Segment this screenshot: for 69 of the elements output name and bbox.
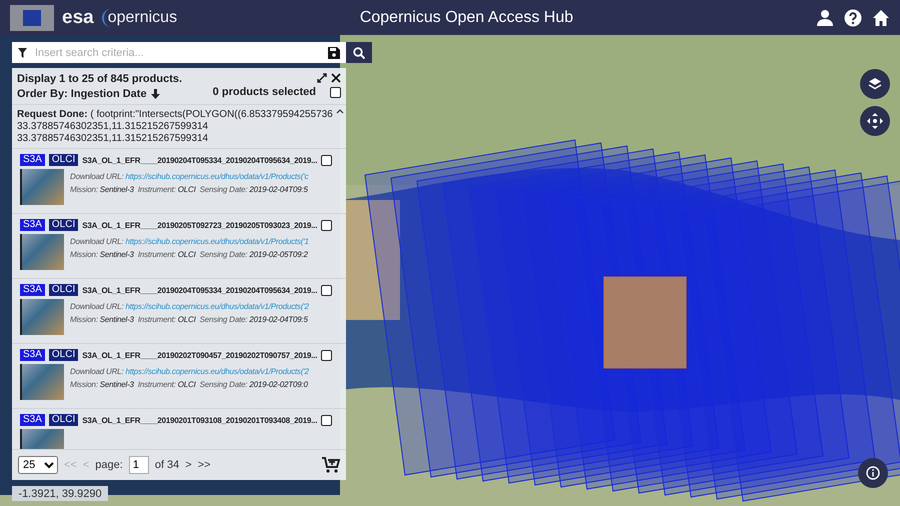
- coordinates-display: -1.3921, 39.9290: [12, 486, 108, 501]
- arrow-down-icon[interactable]: [150, 89, 160, 99]
- mission-badge: S3A: [20, 414, 45, 426]
- page-input[interactable]: 1: [128, 456, 149, 474]
- product-item[interactable]: S3A OLCI S3A_OL_1_EFR____20190205T092723_20190205T093023_2019... Download URL: https://scihub.copernicus.eu/dhus/odata/v1/Products('1 Mission: Sentinel-3 Instrument: OLCI Sensing Date: 2019-02-05T09:2: [12, 214, 346, 279]
- product-checkbox[interactable]: [321, 350, 332, 360]
- mission-badge: S3A: [20, 219, 45, 231]
- mission-badge: S3A: [20, 154, 45, 166]
- instrument-badge: OLCI: [48, 349, 78, 361]
- search-button[interactable]: [346, 42, 372, 63]
- select-all-checkbox[interactable]: [330, 86, 341, 98]
- instrument-badge: OLCI: [48, 414, 78, 426]
- product-item[interactable]: S3A OLCI S3A_OL_1_EFR____20190202T090457_20190202T090757_2019... Download URL: https://scihub.copernicus.eu/dhus/odata/v1/Products('2 Mission: Sentinel-3 Instrument: OLCI Sensing Date: 2019-02-02T09:0: [12, 344, 346, 409]
- app-title: Copernicus Open Access Hub: [358, 8, 574, 26]
- product-title: S3A_OL_1_EFR____20190204T095334_20190204T095634_2019...: [82, 156, 318, 164]
- product-item[interactable]: S3A OLCI S3A_OL_1_EFR____20190204T095334_20190204T095634_2019... Download URL: https://scihub.copernicus.eu/dhus/odata/v1/Products('c Mission: Sentinel-3 Instrument: OLCI Sensing Date: 2019-02-04T09:5: [12, 149, 346, 214]
- thumbnail-placeholder: [20, 169, 64, 205]
- layers-icon: [868, 77, 882, 91]
- product-title: S3A_OL_1_EFR____20190202T090457_20190202T090757_2019...: [82, 350, 318, 360]
- thumbnail-placeholder: [20, 234, 64, 270]
- page-size-select[interactable]: 25: [18, 456, 58, 474]
- expand-icon[interactable]: [317, 73, 327, 83]
- product-checkbox[interactable]: [321, 220, 332, 230]
- info-icon: [866, 466, 880, 480]
- product-title: S3A_OL_1_EFR____20190201T093108_20190201T093408_2019...: [82, 416, 318, 424]
- esa-logo: esa: [62, 6, 94, 28]
- page-count: of 34: [154, 459, 180, 471]
- home-icon[interactable]: [872, 8, 890, 26]
- save-icon[interactable]: [328, 46, 340, 58]
- search-bar[interactable]: Insert search criteria...: [12, 42, 346, 63]
- download-url-text: Download URL: https://scihub.copernicus.eu/dhus/odata/v1/Products('2: [70, 302, 309, 311]
- order-by-label[interactable]: Order By: Ingestion Date: [17, 88, 147, 100]
- last-page-link[interactable]: >>: [198, 459, 211, 471]
- product-item[interactable]: S3A OLCI S3A_OL_1_EFR____20190204T095334_20190204T095634_2019... Download URL: https://scihub.copernicus.eu/dhus/odata/v1/Products('2 Mission: Sentinel-3 Instrument: OLCI Sensing Date: 2019-02-04T09:5: [12, 279, 346, 344]
- instrument-badge: OLCI: [48, 219, 78, 231]
- search-field[interactable]: Insert search criteria...: [33, 46, 322, 60]
- product-checkbox[interactable]: [321, 154, 332, 166]
- product-metadata: Mission: Sentinel-3 Instrument: OLCI Sensing Date: 2019-02-05T09:2: [70, 250, 309, 259]
- selected-count: 0 products selected: [212, 86, 316, 98]
- eu-flag-logo: [10, 4, 54, 30]
- request-query-text: Request Done: ( footprint:"Intersects(POLYGON((6.853379594255736 33.37885746302351,11.315215267599314 33.37885746302351,11.315215267599314: [17, 109, 330, 145]
- user-icon[interactable]: [816, 8, 834, 26]
- instrument-badge: OLCI: [48, 154, 78, 166]
- move-arrows-icon: [867, 113, 883, 129]
- product-checkbox[interactable]: [321, 414, 332, 426]
- mission-badge: S3A: [20, 284, 45, 296]
- instrument-badge: OLCI: [48, 284, 78, 296]
- copernicus-logo: opernicus: [102, 8, 178, 26]
- thumbnail-placeholder: [20, 364, 64, 400]
- product-metadata: Mission: Sentinel-3 Instrument: OLCI Sensing Date: 2019-02-04T09:5: [70, 185, 308, 194]
- mission-badge: S3A: [20, 349, 45, 361]
- thumbnail-placeholder: [20, 299, 64, 335]
- next-page-link[interactable]: >: [185, 459, 192, 471]
- page-label: page:: [95, 459, 123, 471]
- scroll-up-icon[interactable]: [336, 109, 344, 114]
- product-metadata: Mission: Sentinel-3 Instrument: OLCI Sensing Date: 2019-02-04T09:5: [70, 315, 309, 324]
- download-url-text: Download URL: https://scihub.copernicus.eu/dhus/odata/v1/Products('2: [70, 367, 309, 376]
- download-url-text: Download URL: https://scihub.copernicus.eu/dhus/odata/v1/Products('1: [70, 237, 309, 246]
- product-checkbox[interactable]: [321, 284, 332, 296]
- download-url-text: Download URL: https://scihub.copernicus.eu/dhus/odata/v1/Products('c: [70, 172, 308, 181]
- product-title: S3A_OL_1_EFR____20190204T095334_20190204T095634_2019...: [82, 286, 318, 294]
- close-icon[interactable]: [331, 73, 341, 83]
- add-to-cart-icon[interactable]: [322, 457, 340, 473]
- help-icon[interactable]: [844, 8, 862, 26]
- search-icon: [353, 46, 365, 58]
- results-summary: Display 1 to 25 of 845 products.: [17, 73, 182, 85]
- filter-icon[interactable]: [18, 48, 27, 58]
- product-metadata: Mission: Sentinel-3 Instrument: OLCI Sensing Date: 2019-02-02T09:0: [70, 380, 309, 389]
- product-title: S3A_OL_1_EFR____20190205T092723_20190205T093023_2019...: [82, 220, 318, 230]
